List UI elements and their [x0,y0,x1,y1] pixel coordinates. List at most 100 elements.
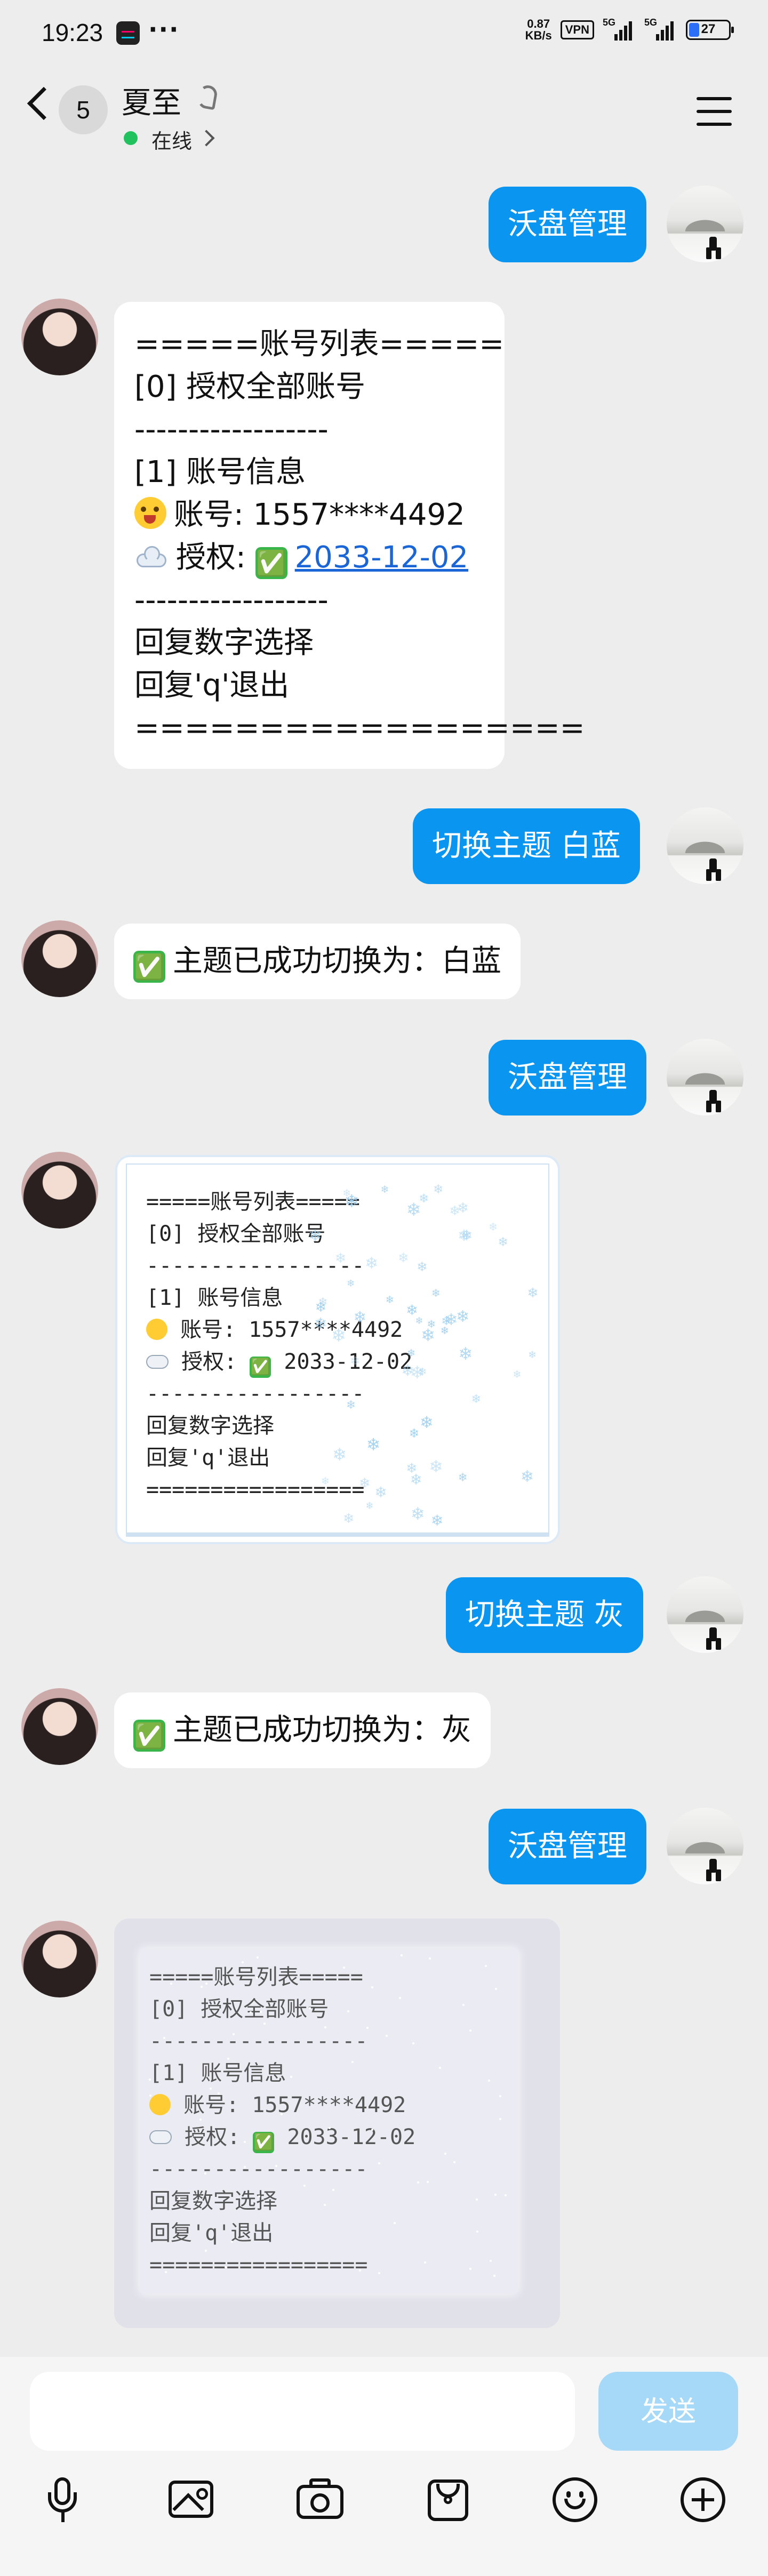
message-bubble-outgoing[interactable]: 切换主题 灰 [446,1577,643,1653]
card-line: =====账号列表===== [149,1965,363,1989]
snowflake-decoration: ❄ [342,1186,351,1199]
snowflake-decoration: ❄ [342,1510,355,1526]
snowflake-decoration: ❄ [406,1199,421,1221]
menu-icon[interactable] [697,97,732,126]
message-input[interactable] [30,2372,575,2451]
snowflake-decoration: ❄ [406,1302,418,1319]
card-account: 账号: 1557****4492 [183,2093,406,2117]
speckle-decoration [243,2140,246,2143]
snowflake-decoration: ❄ [420,1325,435,1346]
speckle-decoration [366,2026,369,2029]
card-auth-label: 授权: [181,1350,250,1374]
speckle-decoration [499,2118,501,2121]
tongue-face-icon [146,1319,167,1340]
check-mark-icon: ✅ [253,2132,275,2153]
speckle-decoration [256,1976,259,1979]
image-icon[interactable] [165,2474,217,2525]
card-line: ================= [149,2253,368,2277]
speckle-decoration [462,2003,465,2006]
signal-label: 5G [644,17,658,28]
card-line: 账号: 1557****4492 [146,1314,412,1346]
net-speed-value: 0.87 [527,17,550,30]
speckle-decoration [401,1954,403,1956]
camera-icon[interactable] [294,2474,346,2525]
speckle-decoration [385,2035,388,2037]
image-message-card[interactable]: =====账号列表===== [0] 授权全部账号 --------------… [115,1155,560,1544]
speckle-decoration [398,1996,401,1999]
chevron-right-icon[interactable] [198,130,215,147]
my-avatar[interactable] [667,1576,743,1653]
card-line: 账号: 1557****4492 [149,2089,415,2121]
speckle-decoration [209,2087,212,2090]
presence-status[interactable]: 在线 [151,125,192,154]
snowflake-decoration: ❄ [365,1500,374,1512]
snowflake-decoration: ❄ [458,1344,473,1365]
card-line: 回复数字选择 [149,2189,277,2213]
image-message-card[interactable]: =====账号列表===== [0] 授权全部账号 --------------… [114,1919,560,2328]
speckle-decoration [453,2161,455,2164]
snowflake-decoration: ❄ [315,1299,327,1316]
cloud-icon [149,2130,172,2144]
card-line: [1] 账号信息 [149,2061,286,2085]
my-avatar[interactable] [667,1808,743,1884]
speckle-decoration [424,2261,427,2264]
message-bubble-outgoing[interactable]: 沃盘管理 [489,187,646,262]
card-line: ----------------- [149,2157,368,2181]
online-status-dot [124,131,138,145]
account-number: 账号: 1557****4492 [174,497,465,532]
contact-name[interactable]: 夏至 [122,79,181,122]
red-packet-icon[interactable] [422,2474,474,2525]
snowflake-decoration: ❄ [520,1467,534,1486]
card-text: =====账号列表===== [0] 授权全部账号 --------------… [146,1186,412,1506]
snowflake-decoration: ❄ [321,1474,330,1487]
speckle-decoration [343,1966,346,1969]
my-avatar[interactable] [667,807,743,884]
auth-label: 授权: [176,540,255,575]
snowflake-decoration: ❄ [332,1444,347,1465]
message-bubble-incoming[interactable]: ✅ 主题已成功切换为：灰 [114,1692,491,1768]
contact-avatar[interactable] [21,920,98,997]
snowflake-decoration: ❄ [431,1287,441,1300]
mic-icon[interactable] [37,2474,89,2525]
card-line: ----------------- [146,1382,365,1406]
card-account: 账号: 1557****4492 [180,1318,403,1342]
contact-avatar[interactable] [21,1152,98,1229]
snowflake-decoration: ❄ [513,1368,522,1381]
my-avatar[interactable] [667,186,743,262]
speckle-decoration [426,2180,429,2183]
card-line: ----------------- [149,2029,368,2053]
emoji-icon[interactable] [549,2474,601,2525]
check-mark-icon: ✅ [255,547,287,579]
message-bubble-outgoing[interactable]: 沃盘管理 [489,1040,646,1116]
plus-icon[interactable] [677,2474,729,2525]
snowflake-decoration: ❄ [457,1226,471,1245]
contact-avatar[interactable] [21,1688,98,1765]
my-avatar[interactable] [667,1039,743,1116]
speckle-decoration [417,2181,420,2184]
unread-count-badge[interactable]: 5 [59,85,108,134]
vpn-badge: VPN [560,20,594,39]
message-text: 主题已成功切换为：白蓝 [173,944,501,978]
message-bubble-incoming[interactable]: =====账号列表===== [0] 授权全部账号 --------------… [114,302,585,769]
card-text: =====账号列表===== [0] 授权全部账号 --------------… [149,1961,415,2281]
auth-date-link[interactable]: 2033-12-02 [295,540,468,575]
speckle-decoration [275,2164,277,2167]
speckle-decoration [263,2022,266,2025]
signal-icon: 5G [603,17,636,41]
snowflake-decoration: ❄ [410,1472,422,1489]
snowflake-decoration: ❄ [498,1234,508,1250]
contact-avatar[interactable] [21,1921,98,1997]
card-auth-date: 2033-12-02 [284,1350,413,1374]
list-line: [0] 授权全部账号 [134,370,366,404]
message-bubble-outgoing[interactable]: 切换主题 白蓝 [413,808,640,884]
notification-app-icon [116,21,140,45]
snowflake-decoration: ❄ [419,1413,434,1432]
snowflake-decoration: ❄ [417,1259,428,1275]
contact-avatar[interactable] [21,299,98,375]
snowflake-decoration: ❄ [314,1314,327,1333]
snowflake-decoration: ❄ [334,1250,346,1266]
message-bubble-incoming[interactable]: ✅ 主题已成功切换为：白蓝 [114,924,521,999]
send-button[interactable]: 发送 [598,2372,738,2451]
card-line: [0] 授权全部账号 [146,1222,326,1246]
message-bubble-outgoing[interactable]: 沃盘管理 [489,1809,646,1884]
